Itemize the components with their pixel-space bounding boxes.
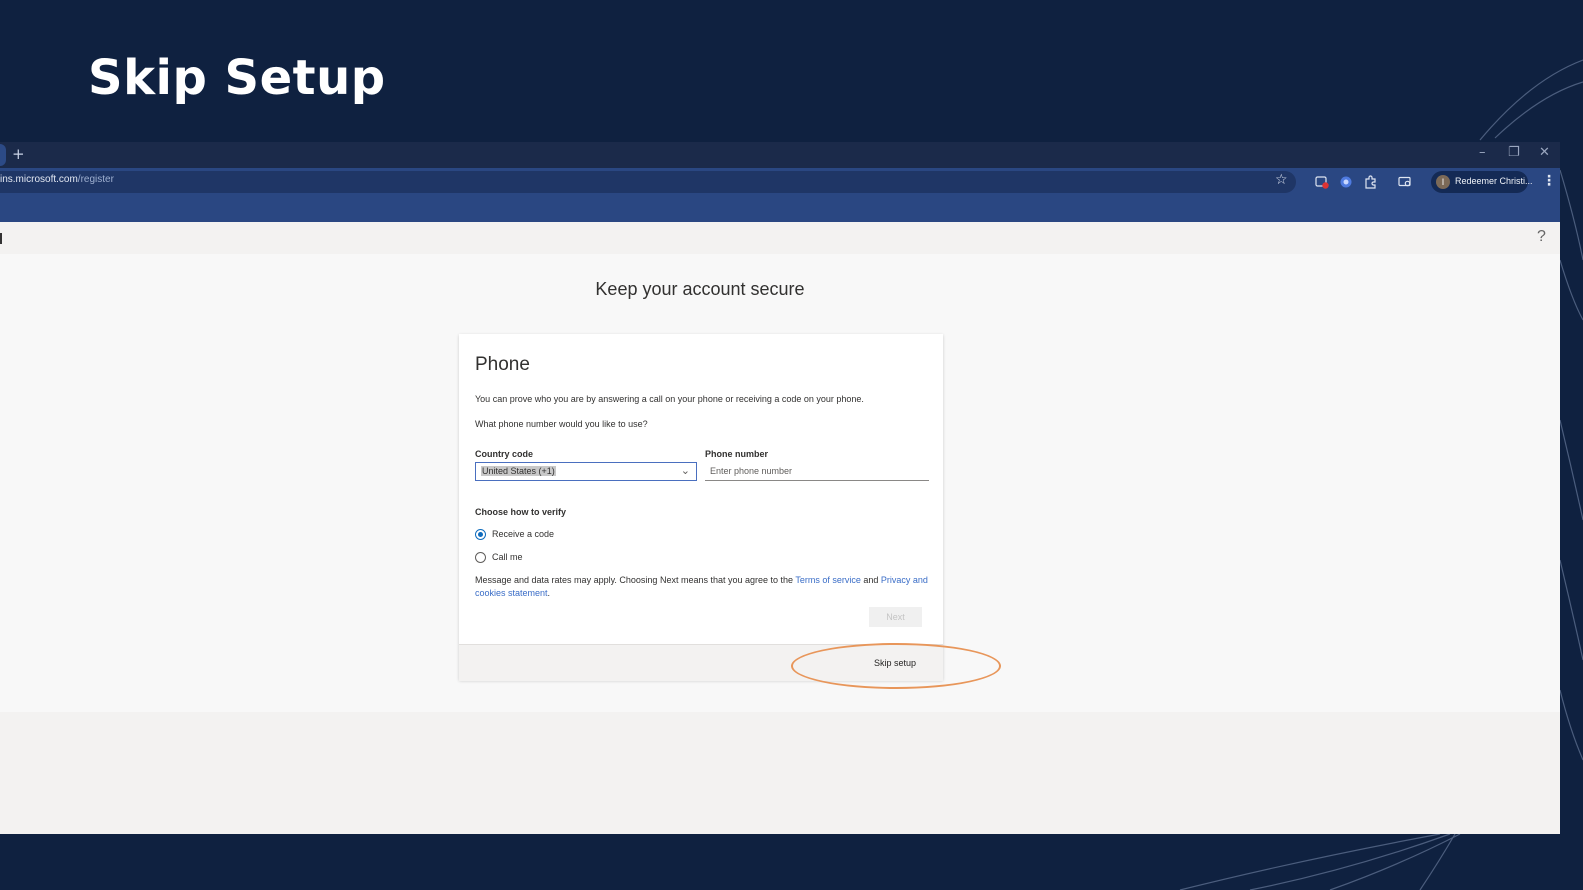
option-label: Call me: [492, 552, 523, 562]
browser-toolbar: ins.microsoft.com/register ☆ I Redeemer …: [0, 168, 1560, 222]
phone-number-label: Phone number: [705, 449, 769, 459]
card-description: You can prove who you are by answering a…: [475, 394, 864, 404]
phone-number-input[interactable]: [705, 462, 929, 481]
tab-strip: + – ❐ ✕: [0, 142, 1560, 168]
minimize-button[interactable]: –: [1479, 145, 1486, 160]
header-logo-edge: [0, 233, 2, 244]
terms-text: Message and data rates may apply. Choosi…: [475, 575, 796, 585]
radio-unselected[interactable]: [475, 552, 486, 563]
split-screen-icon[interactable]: [1398, 175, 1412, 189]
extension-circle-icon[interactable]: [1339, 175, 1353, 189]
terms-notice: Message and data rates may apply. Choosi…: [475, 574, 931, 600]
radio-selected[interactable]: [475, 529, 486, 540]
extensions-puzzle-icon[interactable]: [1364, 175, 1378, 189]
bookmark-star-icon[interactable]: ☆: [1275, 172, 1288, 188]
country-code-select[interactable]: United States (+1) ⌄: [475, 462, 697, 481]
profile-name: Redeemer Christi...: [1455, 176, 1533, 186]
verify-method-label: Choose how to verify: [475, 507, 567, 517]
profile-button[interactable]: I Redeemer Christi...: [1431, 171, 1533, 193]
active-tab[interactable]: [0, 144, 6, 166]
extension-badge-icon[interactable]: [1315, 175, 1329, 189]
help-icon[interactable]: ?: [1537, 228, 1546, 246]
phone-question: What phone number would you like to use?: [475, 419, 648, 429]
new-tab-button[interactable]: +: [12, 145, 25, 163]
terms-suffix: .: [547, 588, 551, 598]
highlight-annotation: [791, 643, 1001, 689]
slide-title: Skip Setup: [88, 50, 386, 106]
browser-menu-icon[interactable]: ⋮: [1542, 173, 1556, 189]
country-code-value: United States (+1): [481, 466, 556, 476]
option-label: Receive a code: [492, 529, 555, 539]
phone-setup-card: Phone You can prove who you are by answe…: [459, 334, 943, 681]
country-code-label: Country code: [475, 449, 534, 459]
terms-and: and: [860, 575, 881, 585]
url-path: /register: [77, 174, 114, 185]
card-title: Phone: [475, 354, 530, 375]
page-content: Keep your account secure Phone You can p…: [0, 254, 1560, 712]
chevron-down-icon: ⌄: [680, 464, 690, 477]
avatar: I: [1436, 175, 1450, 189]
page-header: ?: [0, 222, 1560, 254]
web-page: ? Keep your account secure Phone You can…: [0, 222, 1560, 834]
browser-window: + – ❐ ✕ ins.microsoft.com/register ☆ I R…: [0, 142, 1560, 834]
restore-button[interactable]: ❐: [1508, 145, 1520, 160]
next-button[interactable]: Next: [869, 607, 922, 627]
address-bar[interactable]: ins.microsoft.com/register ☆: [0, 171, 1296, 193]
close-window-button[interactable]: ✕: [1539, 145, 1550, 160]
url-text: ins.microsoft.com/register: [0, 174, 114, 185]
terms-of-service-link[interactable]: Terms of service: [795, 575, 861, 585]
page-title: Keep your account secure: [595, 279, 805, 299]
url-host: ins.microsoft.com: [0, 174, 78, 185]
